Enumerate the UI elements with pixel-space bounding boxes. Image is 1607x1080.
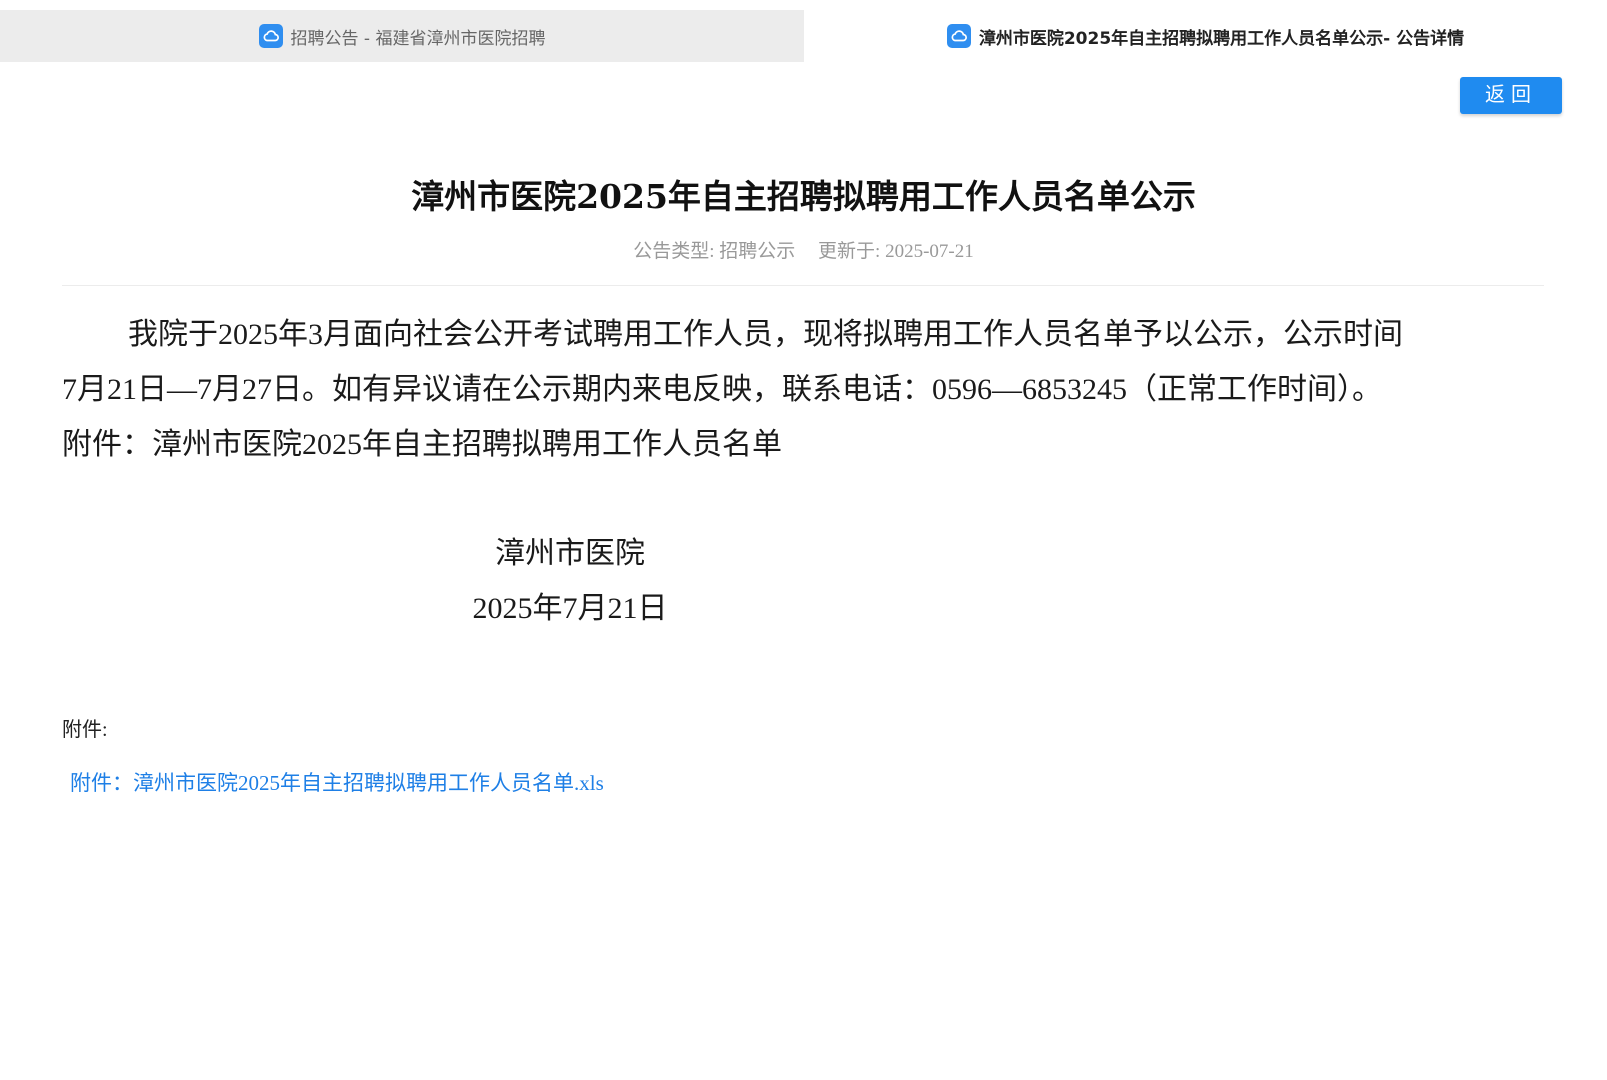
notice-type: 公告类型: 招聘公示 [633,241,796,262]
tab-notice-detail[interactable]: 漳州市医院2025年自主招聘拟聘用工作人员名单公示- 公告详情 [804,10,1607,62]
body-line: 我院于2025年3月面向社会公开考试聘用工作人员，现将拟聘用工作人员名单予以公示… [128,318,1403,351]
article-body: 我院于2025年3月面向社会公开考试聘用工作人员，现将拟聘用工作人员名单予以公示… [62,307,1544,472]
tab-bar: 招聘公告 - 福建省漳州市医院招聘 漳州市医院2025年自主招聘拟聘用工作人员名… [0,0,1607,62]
back-button[interactable]: 返回 [1460,77,1562,114]
signature-org: 漳州市医院 [495,537,645,570]
cloud-icon [946,24,971,48]
tab-label: 招聘公告 - 福建省漳州市医院招聘 [290,28,546,49]
page-title: 漳州市医院2025年自主招聘拟聘用工作人员名单公示 [411,177,1196,216]
attachment-link[interactable]: 附件：漳州市医院2025年自主招聘拟聘用工作人员名单.xls [70,767,604,797]
article-meta: 公告类型: 招聘公示 更新于: 2025-07-21 [0,236,1607,263]
body-line: 7月21日—7月27日。如有异议请在公示期内来电反映，联系电话：0596—685… [62,373,1382,406]
body-attachment-line: 附件：漳州市医院2025年自主招聘拟聘用工作人员名单 [62,428,782,461]
updated-date: 更新于: 2025-07-21 [818,241,974,262]
attachments-label: 附件: [62,719,108,741]
cloud-icon [258,24,283,48]
signature-date: 2025年7月21日 [472,592,668,625]
signature: 漳州市医院 2025年7月21日 [440,526,700,636]
tab-label: 漳州市医院2025年自主招聘拟聘用工作人员名单公示- 公告详情 [978,28,1465,49]
divider [62,285,1544,286]
tab-recruitment-notices[interactable]: 招聘公告 - 福建省漳州市医院招聘 [0,10,804,62]
